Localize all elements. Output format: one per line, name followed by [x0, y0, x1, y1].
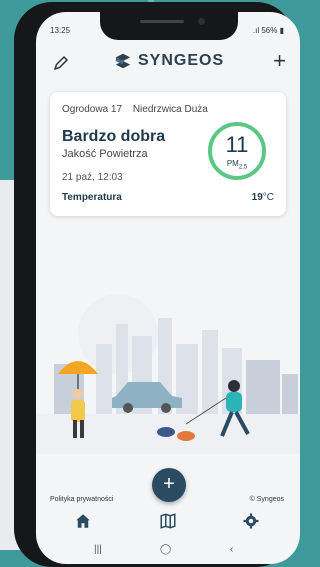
location-town: Niedrzwica Duża — [132, 104, 208, 115]
temperature-value: 19°C — [252, 192, 274, 203]
phone-frame: 13:25 .ıl 56% ▮ SYNGEOS + Ogrodowa 17 Ni… — [14, 2, 300, 567]
app-screen: 13:25 .ıl 56% ▮ SYNGEOS + Ogrodowa 17 Ni… — [36, 12, 300, 564]
app-bar: SYNGEOS + — [36, 44, 300, 84]
air-quality-card[interactable]: Ogrodowa 17 Niedrzwica Duża Bardzo dobra… — [50, 92, 286, 216]
system-navigation: ||| ◯ ‹ — [36, 542, 300, 562]
brand-logo: SYNGEOS — [114, 52, 224, 70]
temperature-unit: °C — [262, 192, 274, 203]
home-circle-icon[interactable]: ◯ — [160, 544, 171, 555]
battery-icon: ▮ — [279, 26, 284, 35]
recents-icon[interactable]: ||| — [94, 544, 102, 555]
status-bar: 13:25 .ıl 56% ▮ — [36, 26, 300, 38]
location: Ogrodowa 17 Niedrzwica Duża — [62, 104, 216, 115]
pm25-gauge: 11 PM2,5 — [208, 122, 266, 180]
location-street: Ogrodowa 17 — [62, 104, 123, 115]
status-right: .ıl 56% ▮ — [253, 26, 284, 35]
pm25-unit: PM2,5 — [212, 159, 262, 171]
edit-icon[interactable] — [52, 54, 70, 72]
map-icon[interactable] — [159, 512, 177, 530]
bottom-navigation — [36, 504, 300, 538]
syngeos-logo-icon — [115, 53, 131, 69]
air-quality-subtitle: Jakość Powietrza — [62, 148, 148, 160]
air-quality-rating: Bardzo dobra — [62, 128, 166, 145]
add-fab-button[interactable]: + — [152, 468, 186, 502]
add-sensor-button[interactable]: + — [273, 50, 286, 72]
pm-sub: 2,5 — [238, 164, 248, 171]
measurement-date: 21 paź, 12:03 — [62, 172, 123, 183]
pm-label: PM — [226, 159, 239, 168]
pm25-value: 11 — [225, 132, 249, 157]
battery-level: 56% — [261, 26, 278, 35]
privacy-policy-link[interactable]: Polityka prywatności — [50, 496, 113, 503]
city-illustration — [36, 294, 300, 454]
copyright: © Syngeos — [249, 496, 284, 503]
camera — [198, 18, 205, 25]
status-time: 13:25 — [50, 26, 71, 35]
brand-name: SYNGEOS — [138, 52, 225, 69]
settings-icon[interactable] — [242, 512, 260, 530]
home-icon[interactable] — [74, 512, 92, 530]
temperature-number: 19 — [251, 192, 263, 203]
signal-icon: .ıl — [252, 26, 260, 35]
temperature-label: Temperatura — [62, 192, 122, 203]
back-icon[interactable]: ‹ — [230, 544, 233, 555]
speaker — [140, 20, 184, 23]
